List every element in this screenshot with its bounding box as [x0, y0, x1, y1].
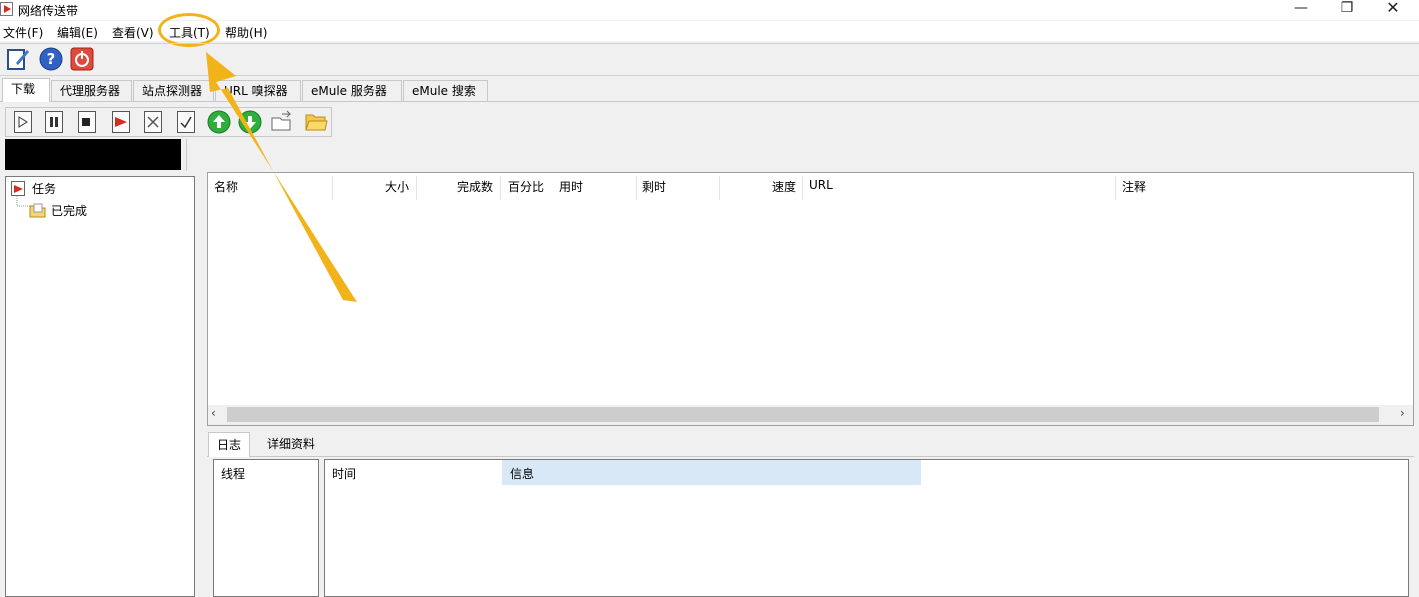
- window-title: 网络传送带: [18, 4, 79, 18]
- download-list[interactable]: [207, 172, 1414, 426]
- info-header[interactable]: 信息: [510, 465, 534, 482]
- scroll-right-icon[interactable]: ›: [1400, 406, 1405, 420]
- time-header[interactable]: 时间: [332, 465, 356, 482]
- tab-url-sniffer[interactable]: URL 嗅探器: [215, 80, 301, 101]
- restore-button[interactable]: ❐: [1324, 0, 1370, 20]
- open-file-icon[interactable]: [270, 110, 292, 134]
- add-task-icon[interactable]: [110, 110, 132, 134]
- main-toolbar: [0, 43, 1419, 76]
- task-tree[interactable]: [5, 176, 195, 597]
- menu-view[interactable]: 查看(V): [112, 24, 154, 41]
- task-icon: [11, 181, 25, 196]
- pause-icon[interactable]: [43, 110, 65, 134]
- bottom-tab-divider: [207, 456, 1414, 457]
- col-url[interactable]: URL: [809, 178, 833, 192]
- col-speed[interactable]: 速度: [772, 178, 796, 195]
- tab-divider: [0, 101, 1419, 102]
- open-doc-icon[interactable]: [6, 47, 30, 71]
- tab-emule-search[interactable]: eMule 搜索: [403, 80, 488, 101]
- start-icon[interactable]: [12, 110, 34, 134]
- delete-icon[interactable]: [142, 110, 164, 134]
- col-divider: [416, 176, 417, 200]
- tree-item-tasks[interactable]: 任务: [30, 180, 58, 197]
- col-divider: [719, 176, 720, 200]
- stop-icon[interactable]: [76, 110, 98, 134]
- col-remaining[interactable]: 剩时: [642, 178, 666, 195]
- tab-proxy[interactable]: 代理服务器: [51, 80, 132, 101]
- tab-details[interactable]: 详细资料: [259, 432, 323, 457]
- tab-site-probe[interactable]: 站点探测器: [133, 80, 214, 101]
- scrollbar-thumb[interactable]: [227, 407, 1379, 422]
- col-name[interactable]: 名称: [214, 178, 238, 195]
- exit-icon[interactable]: [70, 47, 94, 71]
- move-down-icon[interactable]: [238, 110, 262, 134]
- completed-folder-icon: [29, 203, 46, 221]
- help-icon[interactable]: ?: [39, 47, 63, 71]
- col-divider: [802, 176, 803, 200]
- open-folder-icon[interactable]: [304, 110, 328, 134]
- close-button[interactable]: ✕: [1370, 0, 1416, 20]
- tab-download[interactable]: 下载: [2, 78, 50, 102]
- tab-log[interactable]: 日志: [208, 432, 251, 457]
- minimize-button[interactable]: —: [1278, 0, 1324, 20]
- thread-header[interactable]: 线程: [221, 465, 245, 482]
- tab-emule-server[interactable]: eMule 服务器: [302, 80, 402, 101]
- tree-connector: [16, 196, 30, 207]
- col-divider: [332, 176, 333, 200]
- menu-help[interactable]: 帮助(H): [225, 24, 267, 41]
- scroll-left-icon[interactable]: ‹: [211, 406, 216, 420]
- menu-file[interactable]: 文件(F): [3, 24, 43, 41]
- tree-item-completed[interactable]: 已完成: [51, 202, 87, 219]
- info-header-highlight: [502, 460, 921, 485]
- col-size[interactable]: 大小: [385, 178, 409, 195]
- divider: [186, 139, 187, 171]
- col-percent[interactable]: 百分比: [508, 178, 544, 195]
- move-up-icon[interactable]: [207, 110, 231, 134]
- svg-text:?: ?: [47, 50, 56, 68]
- check-icon[interactable]: [175, 110, 197, 134]
- col-divider: [636, 176, 637, 200]
- col-completed[interactable]: 完成数: [457, 178, 493, 195]
- col-divider: [500, 176, 501, 200]
- highlight-circle: [158, 13, 220, 47]
- col-divider: [1115, 176, 1116, 200]
- menu-edit[interactable]: 编辑(E): [57, 24, 98, 41]
- col-comment[interactable]: 注释: [1122, 178, 1146, 195]
- app-icon: [0, 2, 13, 16]
- col-elapsed[interactable]: 用时: [559, 178, 583, 195]
- title-bar: [0, 0, 1419, 20]
- black-overlay: [5, 139, 181, 170]
